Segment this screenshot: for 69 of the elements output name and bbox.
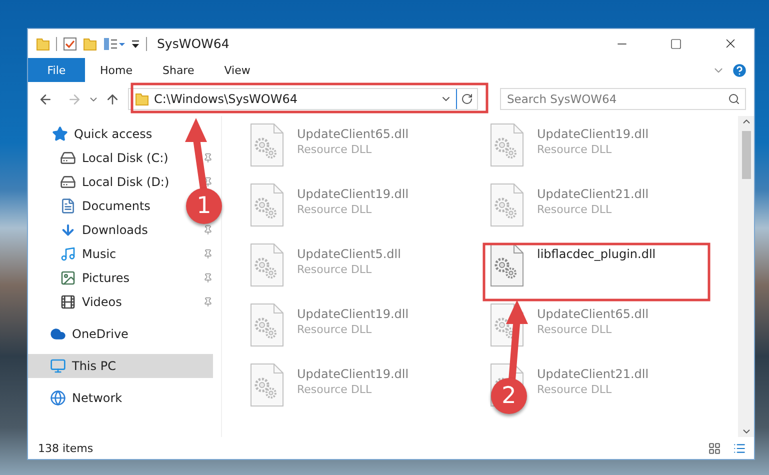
file-type: Resource DLL bbox=[537, 143, 613, 156]
nav-item[interactable]: Documents bbox=[28, 194, 154, 218]
nav-item[interactable]: Pictures bbox=[28, 266, 134, 290]
scrollbar[interactable] bbox=[738, 116, 754, 437]
nav-item[interactable]: Downloads bbox=[28, 218, 152, 242]
file-name[interactable]: UpdateClient65.dll bbox=[537, 307, 649, 321]
ribbon-tab[interactable]: File bbox=[28, 58, 85, 82]
film-icon bbox=[60, 294, 76, 310]
music-note-icon bbox=[60, 246, 76, 262]
file-name[interactable]: UpdateClient19.dll bbox=[537, 127, 649, 141]
refresh-icon[interactable] bbox=[461, 93, 473, 105]
search-field[interactable]: Search SysWOW64 bbox=[500, 88, 746, 110]
search-icon[interactable] bbox=[728, 93, 740, 105]
pin-icon[interactable] bbox=[203, 297, 213, 307]
scroll-thumb[interactable] bbox=[742, 131, 750, 179]
ribbon-tab[interactable]: Home bbox=[85, 58, 148, 82]
maximize-icon[interactable] bbox=[670, 38, 682, 50]
file-type: Resource DLL bbox=[537, 203, 613, 216]
nav-item[interactable]: Local Disk (D:) bbox=[28, 170, 174, 194]
file-name[interactable]: UpdateClient21.dll bbox=[537, 367, 649, 381]
nav-item[interactable]: OneDrive bbox=[28, 322, 132, 346]
nav-item[interactable]: Music bbox=[28, 242, 120, 266]
drive-icon bbox=[60, 150, 76, 166]
picture-icon bbox=[60, 270, 76, 286]
ribbon-tab[interactable]: Share bbox=[147, 58, 210, 82]
pin-icon[interactable] bbox=[203, 249, 213, 259]
nav-item[interactable]: Network bbox=[28, 386, 126, 410]
tiles-view-icon[interactable] bbox=[733, 442, 746, 454]
document-icon bbox=[60, 198, 76, 214]
file-name[interactable]: UpdateClient21.dll bbox=[537, 187, 649, 201]
file-type: Resource DLL bbox=[537, 323, 613, 336]
pin-icon[interactable] bbox=[203, 153, 213, 163]
item-count: 138 items bbox=[38, 442, 94, 454]
nav-item[interactable]: Quick access bbox=[28, 122, 156, 146]
up-button[interactable] bbox=[105, 92, 120, 106]
file-name[interactable]: UpdateClient5.dll bbox=[297, 247, 401, 261]
checklist-icon[interactable] bbox=[63, 36, 77, 50]
ribbon-tab[interactable]: View bbox=[209, 58, 266, 82]
nav-item[interactable]: Videos bbox=[28, 290, 126, 314]
pin-icon[interactable] bbox=[203, 177, 213, 187]
file-name[interactable]: UpdateClient19.dll bbox=[297, 187, 409, 201]
monitor-icon bbox=[50, 358, 66, 374]
folder-icon bbox=[135, 92, 149, 106]
pin-icon[interactable] bbox=[203, 273, 213, 283]
properties-icon[interactable] bbox=[103, 36, 125, 50]
address-field[interactable]: C:\Windows\SysWOW64 bbox=[128, 88, 478, 110]
file-type: Resource DLL bbox=[297, 323, 373, 336]
help-button[interactable] bbox=[731, 62, 748, 78]
back-button[interactable] bbox=[38, 92, 53, 106]
file-name[interactable]: UpdateClient19.dll bbox=[297, 307, 409, 321]
details-view-icon[interactable] bbox=[708, 442, 721, 454]
pin-icon[interactable] bbox=[203, 225, 213, 235]
nav-item[interactable]: Local Disk (C:) bbox=[28, 146, 172, 170]
file-name[interactable]: UpdateClient19.dll bbox=[297, 367, 409, 381]
cloud-icon bbox=[50, 326, 66, 342]
nav-item[interactable]: This PC bbox=[28, 354, 213, 378]
file-name[interactable]: libflacdec_plugin.dll bbox=[537, 247, 656, 261]
file-type: Resource DLL bbox=[297, 203, 373, 216]
globe-icon bbox=[50, 390, 66, 406]
file-type: Resource DLL bbox=[537, 383, 613, 396]
window-title: SysWOW64 bbox=[157, 36, 230, 51]
download-icon bbox=[60, 222, 76, 238]
file-type: Resource DLL bbox=[297, 263, 373, 276]
dropdown-icon[interactable] bbox=[131, 38, 140, 48]
star-icon bbox=[52, 126, 68, 142]
file-type: Resource DLL bbox=[297, 383, 373, 396]
file-name[interactable]: UpdateClient65.dll bbox=[297, 127, 409, 141]
file-type: Resource DLL bbox=[297, 143, 373, 156]
drive-icon bbox=[60, 174, 76, 190]
